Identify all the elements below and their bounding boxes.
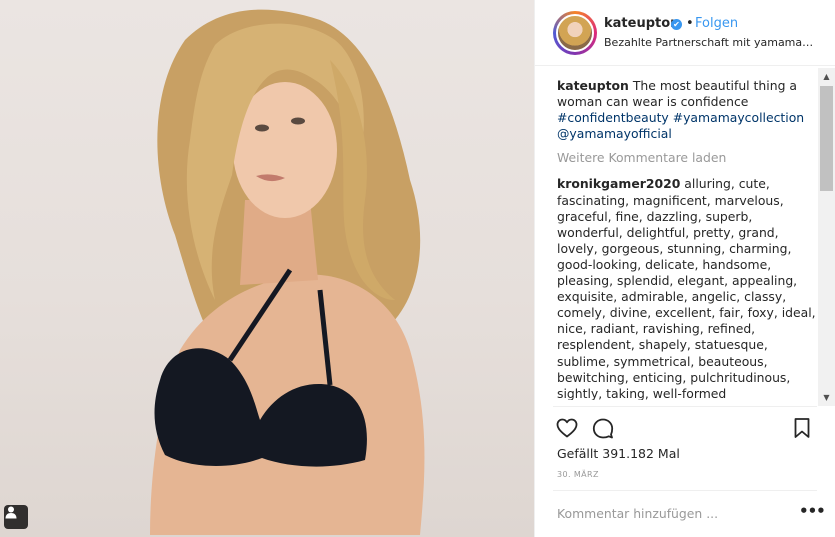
comment-button[interactable] bbox=[591, 416, 615, 444]
more-options-icon[interactable]: ••• bbox=[799, 502, 826, 520]
story-ring[interactable] bbox=[553, 11, 597, 55]
caption: kateupton The most beautiful thing a wom… bbox=[557, 78, 819, 142]
scroll-down-icon[interactable]: ▼ bbox=[818, 389, 835, 406]
scroll-up-icon[interactable]: ▲ bbox=[818, 68, 835, 85]
save-button[interactable] bbox=[791, 416, 813, 444]
post-side-panel: kateupton ✔ • Folgen Bezahlte Partnersch… bbox=[534, 0, 835, 537]
user-tags-button[interactable] bbox=[4, 505, 28, 529]
comment-item: kronikgamer2020 alluring, cute, fascinat… bbox=[557, 176, 819, 400]
person-icon bbox=[5, 506, 17, 519]
mention-link[interactable]: @yamamayofficial bbox=[557, 126, 672, 141]
like-button[interactable] bbox=[555, 416, 579, 444]
heart-icon bbox=[556, 418, 578, 438]
speech-bubble-icon bbox=[592, 418, 614, 439]
comments-list[interactable]: kateupton The most beautiful thing a wom… bbox=[557, 78, 819, 400]
follow-button[interactable]: Folgen bbox=[695, 16, 738, 31]
scrollbar-thumb[interactable] bbox=[820, 86, 833, 191]
comment-username[interactable]: kronikgamer2020 bbox=[557, 176, 680, 191]
author-username[interactable]: kateupton bbox=[604, 16, 679, 31]
add-comment-input[interactable] bbox=[557, 503, 777, 523]
likes-count[interactable]: Gefällt 391.182 Mal bbox=[557, 446, 680, 461]
divider bbox=[553, 406, 817, 407]
post-header: kateupton ✔ • Folgen Bezahlte Partnersch… bbox=[535, 0, 835, 66]
caption-username[interactable]: kateupton bbox=[557, 78, 629, 93]
hashtag-link[interactable]: #yamamaycollection bbox=[673, 110, 804, 125]
paid-partnership-link[interactable]: Bezahlte Partnerschaft mit yamamayof... bbox=[604, 36, 814, 49]
hashtag-link[interactable]: #confidentbeauty bbox=[557, 110, 669, 125]
photo-illustration bbox=[150, 9, 425, 535]
comment-text: alluring, cute, fascinating, magnificent… bbox=[557, 176, 816, 400]
post-date[interactable]: 30. MÄRZ bbox=[557, 470, 599, 479]
avatar[interactable] bbox=[556, 14, 594, 52]
comments-scrollbar[interactable]: ▲ ▼ bbox=[818, 68, 835, 406]
divider bbox=[553, 490, 817, 491]
load-more-comments-button[interactable]: Weitere Kommentare laden bbox=[557, 150, 819, 166]
header-separator: • bbox=[686, 16, 694, 31]
post-image[interactable] bbox=[0, 0, 534, 537]
verified-badge-icon: ✔ bbox=[671, 19, 682, 30]
bookmark-icon bbox=[794, 418, 810, 438]
